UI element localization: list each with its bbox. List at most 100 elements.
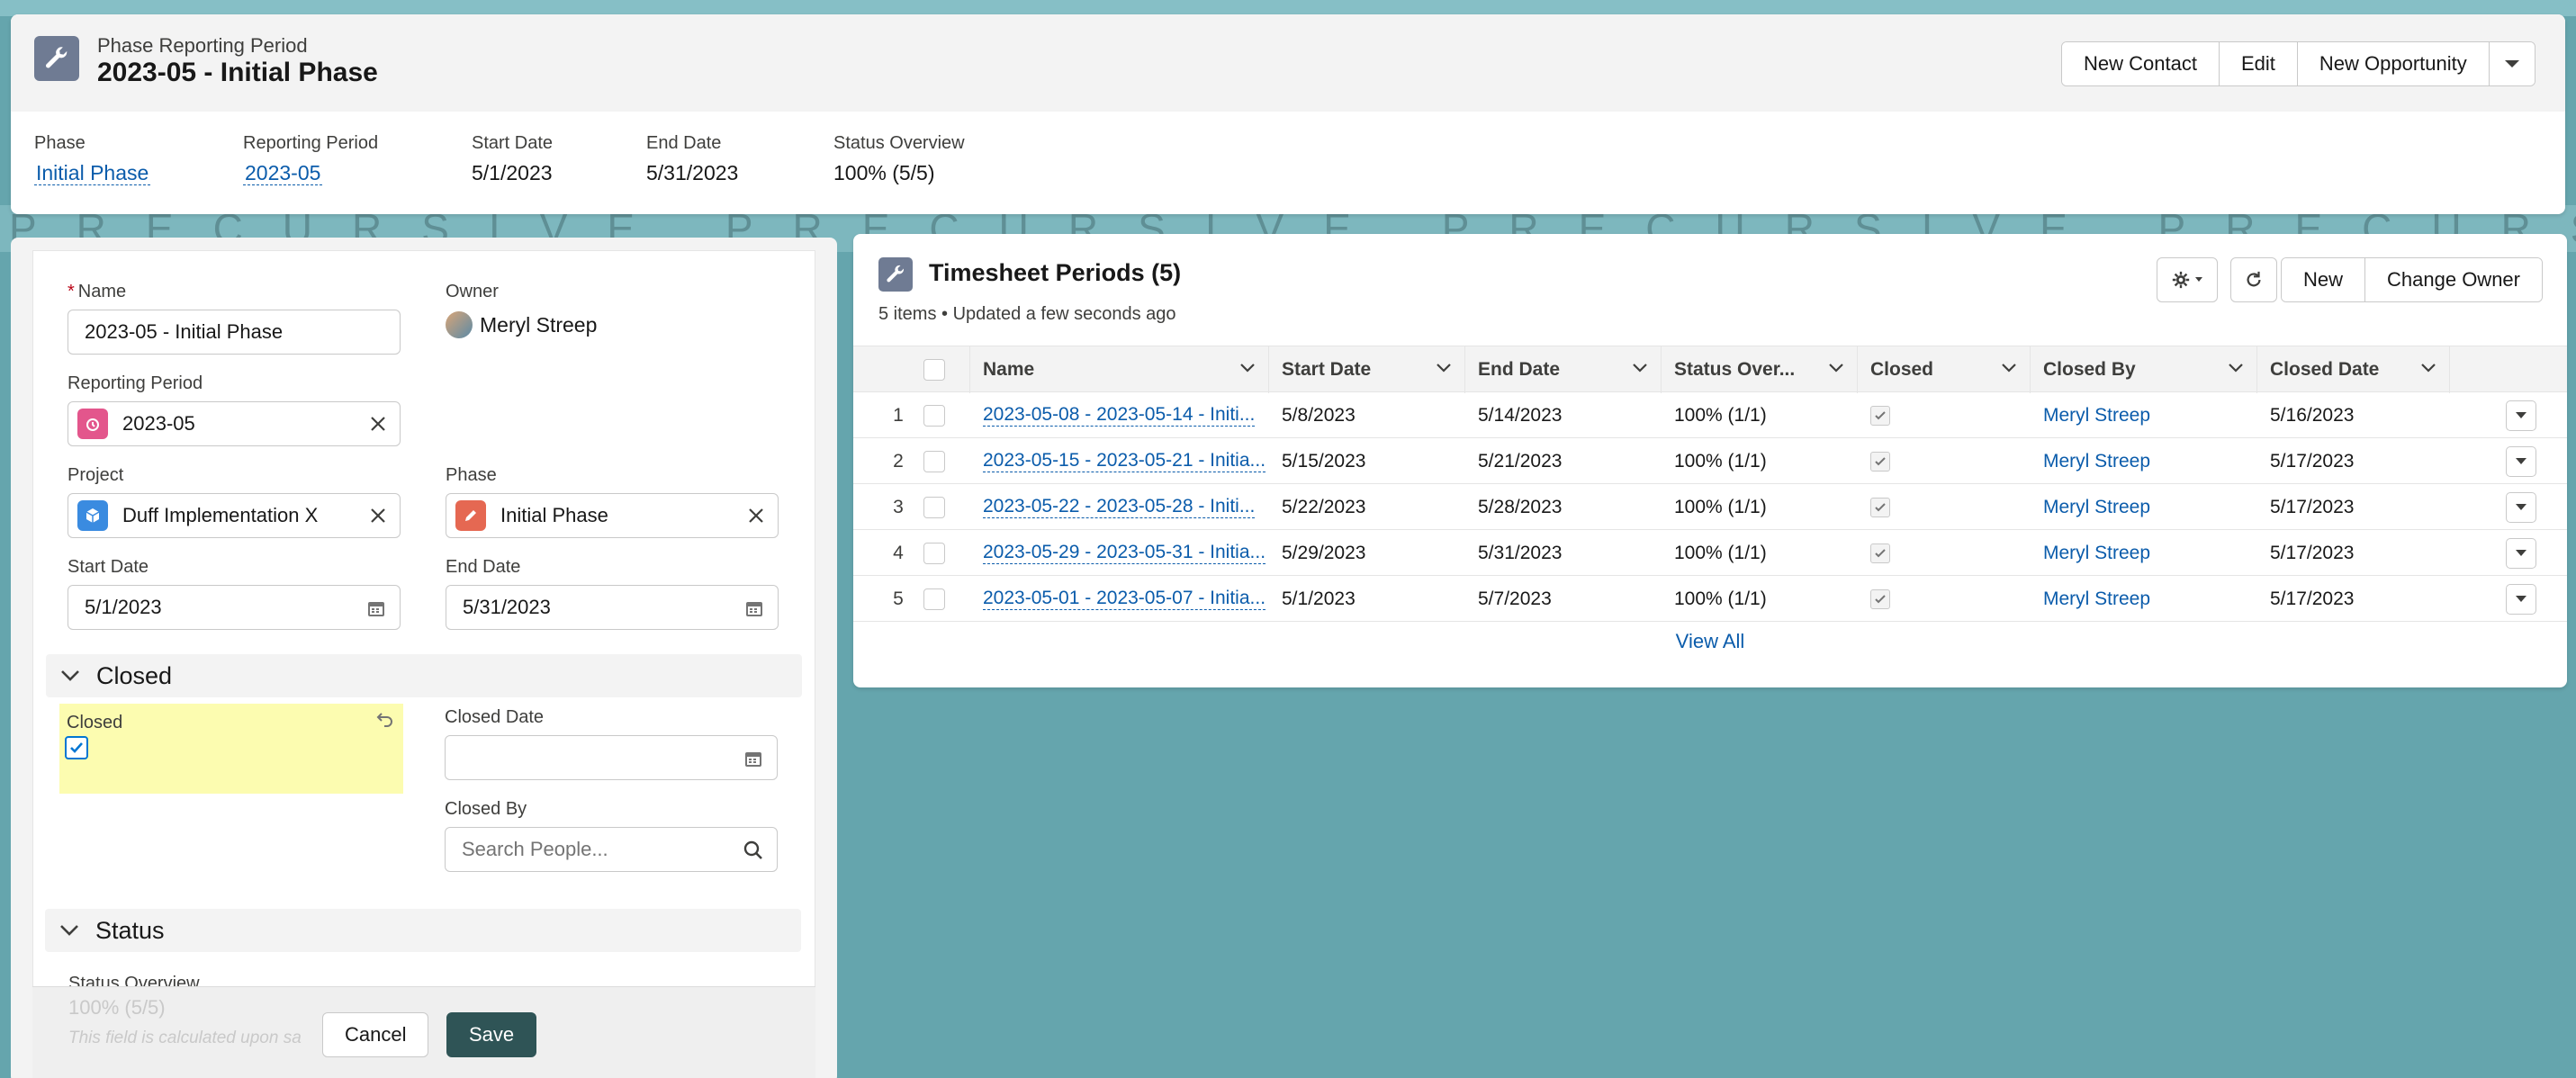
reporting-period-link[interactable]: 2023-05: [243, 161, 323, 185]
column-header-end-date[interactable]: End Date: [1465, 346, 1662, 393]
closed-checkbox-readonly: [1870, 497, 1890, 517]
closed-by-link[interactable]: Meryl Streep: [2043, 405, 2150, 427]
row-select-checkbox[interactable]: [923, 542, 945, 564]
column-header-closed-date[interactable]: Closed Date: [2257, 346, 2450, 393]
edit-form: * Name 2023-05 - Initial Phase Owner Mery…: [32, 250, 815, 1078]
column-header-closed-by[interactable]: Closed By: [2031, 346, 2257, 393]
timesheet-period-link[interactable]: 2023-05-29 - 2023-05-31 - Initia...: [983, 542, 1266, 564]
search-icon[interactable]: [743, 840, 764, 861]
timesheet-period-link[interactable]: 2023-05-01 - 2023-05-07 - Initia...: [983, 588, 1266, 610]
table-row: 1 2023-05-08 - 2023-05-14 - Initi... 5/8…: [853, 392, 2567, 438]
cell-end-date: 5/14/2023: [1478, 404, 1563, 426]
calendar-icon[interactable]: [365, 597, 387, 619]
closed-checkbox-readonly: [1870, 543, 1890, 563]
refresh-button[interactable]: [2230, 257, 2277, 302]
list-settings-button[interactable]: [2157, 257, 2218, 302]
list-title[interactable]: Timesheet Periods (5): [929, 259, 1181, 287]
cell-status: 100% (1/1): [1674, 404, 1767, 426]
calendar-icon[interactable]: [743, 597, 765, 619]
header-actions: New Contact Edit New Opportunity: [2061, 41, 2535, 86]
owner-name[interactable]: Meryl Streep: [480, 313, 597, 337]
reporting-period-lookup[interactable]: 2023-05: [68, 401, 401, 446]
table-body: 1 2023-05-08 - 2023-05-14 - Initi... 5/8…: [853, 392, 2567, 622]
row-select-checkbox[interactable]: [923, 404, 945, 427]
cell-end-date: 5/7/2023: [1478, 588, 1552, 609]
timesheet-period-link[interactable]: 2023-05-15 - 2023-05-21 - Initia...: [983, 450, 1266, 472]
required-indicator: *: [68, 282, 75, 301]
section-status-toggle[interactable]: Status: [45, 909, 801, 952]
closed-by-link[interactable]: Meryl Streep: [2043, 497, 2150, 518]
gear-icon: [2172, 271, 2190, 289]
header-field-status-overview: Status Overview 100% (5/5): [833, 133, 965, 184]
wrench-icon: [878, 257, 913, 292]
new-opportunity-button[interactable]: New Opportunity: [2297, 42, 2490, 85]
chevron-down-icon: [2002, 364, 2016, 373]
cancel-button[interactable]: Cancel: [322, 1012, 429, 1057]
new-contact-button[interactable]: New Contact: [2062, 42, 2220, 85]
calendar-icon[interactable]: [743, 748, 764, 769]
row-actions-button[interactable]: [2506, 400, 2536, 431]
row-actions-button[interactable]: [2506, 445, 2536, 477]
edit-button[interactable]: Edit: [2219, 42, 2298, 85]
wrench-icon: [34, 36, 79, 81]
phase-link[interactable]: Initial Phase: [34, 161, 151, 185]
edit-panel: * Name 2023-05 - Initial Phase Owner Mery…: [11, 238, 837, 1078]
select-all-checkbox[interactable]: [923, 359, 945, 381]
cell-closed-date: 5/17/2023: [2270, 450, 2355, 472]
row-actions-button[interactable]: [2506, 583, 2536, 615]
checkmark-icon: [1875, 502, 1886, 511]
closed-by-link[interactable]: Meryl Streep: [2043, 588, 2150, 610]
timesheet-period-link[interactable]: 2023-05-08 - 2023-05-14 - Initi...: [983, 404, 1256, 427]
row-actions-button[interactable]: [2506, 491, 2536, 523]
column-header-name[interactable]: Name: [970, 346, 1269, 393]
chevron-down-icon: [1437, 364, 1451, 373]
undo-icon[interactable]: [374, 709, 396, 731]
name-input[interactable]: 2023-05 - Initial Phase: [68, 310, 401, 355]
cell-closed-date: 5/17/2023: [2270, 496, 2355, 517]
cell-start-date: 5/1/2023: [1282, 588, 1356, 609]
start-date-input[interactable]: 5/1/2023: [68, 585, 401, 630]
closed-checkbox-readonly: [1870, 405, 1890, 426]
end-date-input[interactable]: 5/31/2023: [446, 585, 779, 630]
checkmark-icon: [70, 742, 83, 753]
chevron-down-icon: [2504, 60, 2519, 67]
more-actions-button[interactable]: [2489, 42, 2535, 85]
chevron-down-icon: [1240, 364, 1255, 373]
closed-checkbox[interactable]: [65, 736, 88, 759]
column-header-status-overview[interactable]: Status Over...: [1662, 346, 1858, 393]
project-lookup[interactable]: Duff Implementation X: [68, 493, 401, 538]
project-field: Project Duff Implementation X: [68, 465, 401, 538]
cell-closed-date: 5/17/2023: [2270, 588, 2355, 609]
cell-status: 100% (1/1): [1674, 450, 1767, 472]
chevron-down-icon: [1829, 364, 1843, 373]
row-select-checkbox[interactable]: [923, 588, 945, 610]
column-header-start-date[interactable]: Start Date: [1269, 346, 1465, 393]
column-header-closed[interactable]: Closed: [1858, 346, 2031, 393]
row-select-checkbox[interactable]: [923, 496, 945, 518]
new-button[interactable]: New: [2282, 258, 2366, 301]
clear-icon[interactable]: [745, 505, 767, 526]
header-field-start-date: Start Date 5/1/2023: [472, 133, 554, 184]
header-field-phase: Phase Initial Phase: [34, 133, 151, 185]
header-field-reporting-period: Reporting Period 2023-05: [243, 133, 379, 185]
clear-icon[interactable]: [367, 413, 389, 435]
cube-icon: [77, 500, 108, 531]
closed-by-link[interactable]: Meryl Streep: [2043, 543, 2150, 564]
closed-date-input[interactable]: [445, 735, 778, 780]
timesheet-period-link[interactable]: 2023-05-22 - 2023-05-28 - Initi...: [983, 496, 1256, 518]
closed-by-link[interactable]: Meryl Streep: [2043, 451, 2150, 472]
closed-by-search-input[interactable]: Search People...: [445, 827, 778, 872]
change-owner-button[interactable]: Change Owner: [2365, 258, 2542, 301]
checkmark-icon: [1875, 410, 1886, 419]
section-closed-toggle[interactable]: Closed: [46, 654, 802, 697]
row-actions-button[interactable]: [2506, 537, 2536, 569]
status-overview-value: 100% (5/5): [68, 996, 166, 1019]
view-all-link[interactable]: View All: [853, 630, 2567, 653]
phase-lookup[interactable]: Initial Phase: [446, 493, 779, 538]
cell-end-date: 5/31/2023: [1478, 542, 1563, 563]
clear-icon[interactable]: [367, 505, 389, 526]
save-button[interactable]: Save: [446, 1012, 537, 1057]
row-select-checkbox[interactable]: [923, 450, 945, 472]
chevron-down-icon: [2516, 549, 2526, 556]
name-field: * Name 2023-05 - Initial Phase: [68, 282, 401, 355]
